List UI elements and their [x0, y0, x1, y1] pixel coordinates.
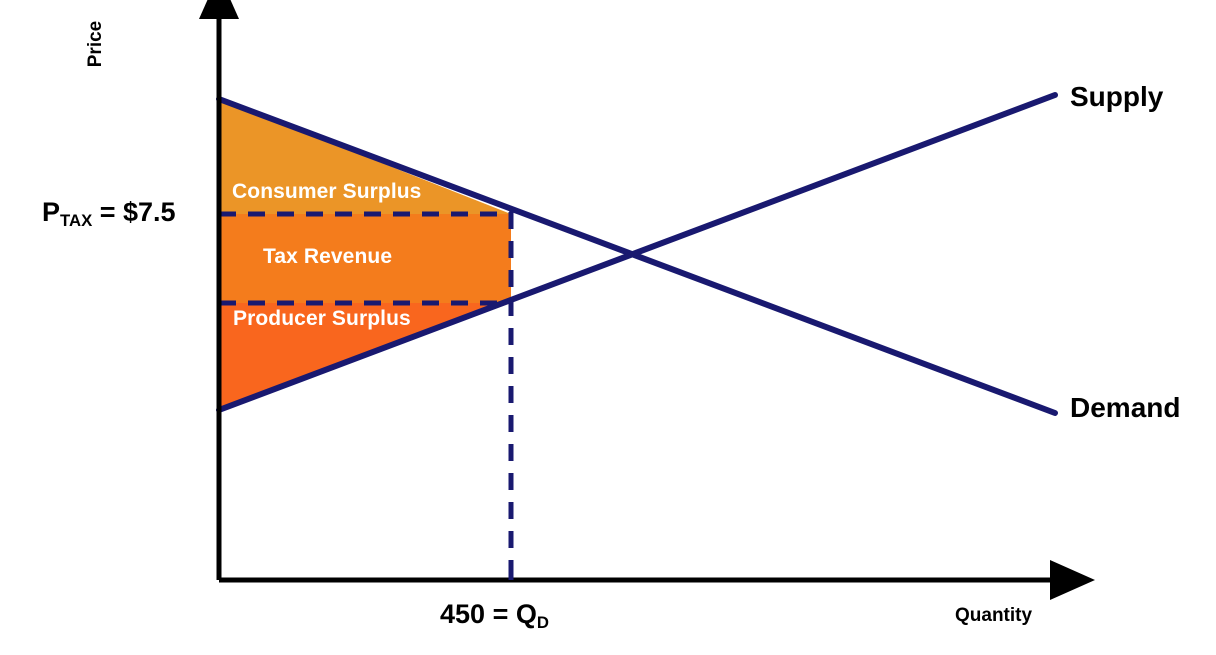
x-axis-label: Quantity — [955, 605, 1033, 626]
chart-canvas — [199, 0, 1095, 600]
consumer-surplus-label: Consumer Surplus — [232, 180, 422, 203]
quantity-value: 450 — [440, 599, 486, 629]
quantity-subscript: D — [536, 612, 549, 632]
price-tax-symbol: P — [42, 197, 61, 227]
demand-curve-label: Demand — [1070, 392, 1181, 423]
supply-demand-diagram: Price Quantity Supply Demand PTAX = $7.5… — [0, 0, 1216, 655]
price-tax-subscript: TAX — [60, 210, 93, 230]
y-axis-label: Price — [85, 20, 106, 68]
supply-curve-label: Supply — [1070, 81, 1164, 112]
tax-revenue-label: Tax Revenue — [263, 245, 393, 268]
price-tax-value: = $7.5 — [92, 197, 176, 227]
producer-surplus-label: Producer Surplus — [233, 307, 411, 330]
price-tax-annotation: PTAX = $7.5 — [42, 197, 176, 230]
quantity-demanded-annotation: 450 = QD — [440, 599, 549, 632]
quantity-equals: = Q — [485, 599, 537, 629]
